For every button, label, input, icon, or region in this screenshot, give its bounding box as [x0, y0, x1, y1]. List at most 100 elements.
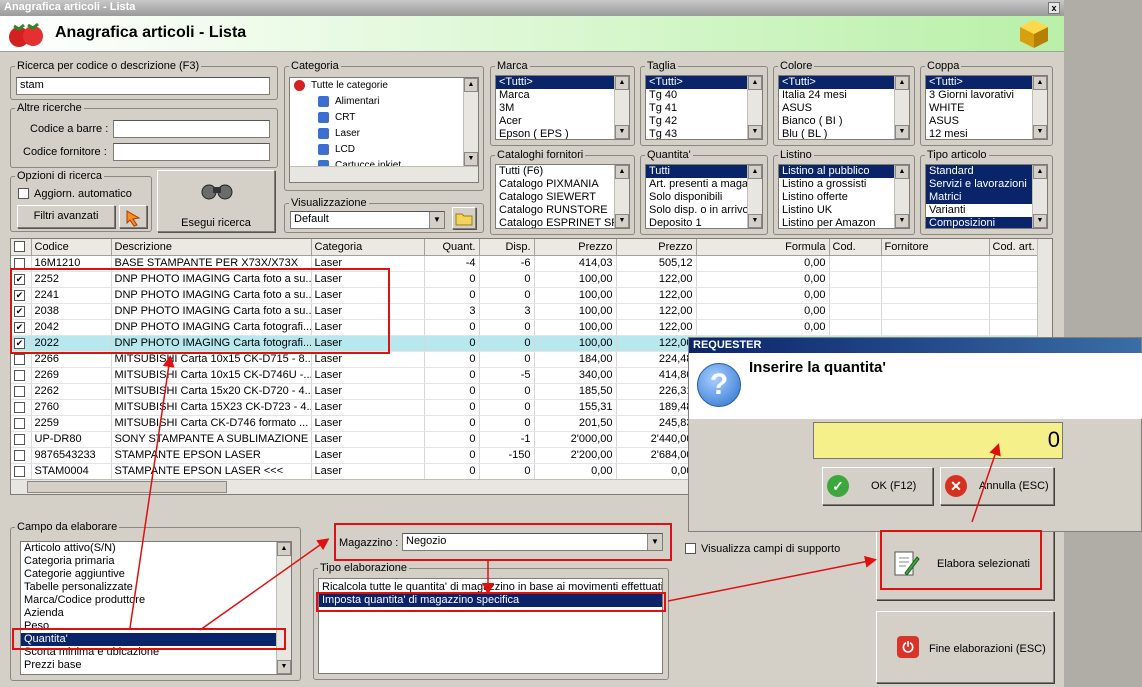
taglia-option[interactable]: Tg 40	[646, 89, 762, 102]
taglia-option[interactable]: Tg 43	[646, 128, 762, 139]
processing-type-option[interactable]: Ricalcola tutte le quantita' di magazzin…	[319, 581, 662, 594]
colore-option[interactable]: <Tutti>	[779, 76, 909, 89]
process-selected-button[interactable]: Elabora selezionati	[876, 528, 1054, 600]
tipo_articolo-option[interactable]: Servizi e lavorazioni	[926, 178, 1047, 191]
column-header[interactable]: Quant.	[424, 239, 480, 256]
column-header[interactable]: Disp.	[479, 239, 535, 256]
select-all-checkbox[interactable]	[14, 241, 25, 253]
close-icon[interactable]: x	[1048, 2, 1060, 14]
quantita-scrollbar[interactable]: ▲ ▼	[747, 165, 762, 228]
auto-update-checkbox[interactable]	[18, 188, 29, 199]
field-option[interactable]: Articolo attivo(S/N)	[21, 542, 291, 555]
column-header[interactable]: Codice	[31, 239, 112, 256]
field-option[interactable]: Scorta minima e ubicazione	[21, 646, 291, 659]
category-item[interactable]: Alimentari	[290, 94, 478, 110]
table-row[interactable]: ✔ 2241 DNP PHOTO IMAGING Carta foto a su..…	[11, 287, 1040, 304]
run-search-button[interactable]: Esegui ricerca	[157, 170, 275, 232]
end-processing-button[interactable]: ⏻ Fine elaborazioni (ESC)	[876, 611, 1054, 683]
folder-button[interactable]	[452, 207, 476, 229]
tipo_articolo-option[interactable]: Matrici	[926, 191, 1047, 204]
colore-option[interactable]: Bianco ( BI )	[779, 115, 909, 128]
tipo_articolo-option[interactable]: Varianti	[926, 204, 1047, 217]
listino-option[interactable]: Listino offerte	[779, 191, 909, 204]
taglia-list[interactable]: <Tutti> Tg 40 Tg 41 Tg 42 Tg 43 ▲ ▼	[645, 75, 763, 140]
column-header[interactable]: Cod.	[829, 239, 882, 256]
field-option[interactable]: Azienda	[21, 607, 291, 620]
coppa-scrollbar[interactable]: ▲ ▼	[1032, 76, 1047, 139]
taglia-option[interactable]: Tg 41	[646, 102, 762, 115]
column-header[interactable]: Prezzo	[616, 239, 697, 256]
marca-scrollbar[interactable]: ▲ ▼	[614, 76, 629, 139]
category-item[interactable]: Laser	[290, 126, 478, 142]
marca-option[interactable]: <Tutti>	[496, 76, 629, 89]
table-row[interactable]: 16M1210 BASE STAMPANTE PER X73X/X73X Laser…	[11, 255, 1040, 272]
coppa-list[interactable]: <Tutti> 3 Giorni lavorativi WHITE ASUS 12 me…	[925, 75, 1048, 140]
view-select[interactable]: Default ▼	[290, 211, 445, 229]
row-checkbox[interactable]: ✔	[14, 289, 25, 301]
listino-list[interactable]: Listino al pubblico Listino a grossisti Li…	[778, 164, 910, 229]
marca-list[interactable]: <Tutti> Marca 3M Acer Epson ( EPS ) ▲ ▼	[495, 75, 630, 140]
category-hscrollbar[interactable]	[290, 166, 478, 182]
colore-option[interactable]: Blu ( BL )	[779, 128, 909, 139]
cataloghi-option[interactable]: Catalogo RUNSTORE	[496, 204, 629, 217]
cataloghi-option[interactable]: Tutti (F6)	[496, 165, 629, 178]
quantita-option[interactable]: Deposito 1	[646, 217, 762, 228]
listino-option[interactable]: Listino al pubblico	[779, 165, 909, 178]
advanced-filters-button[interactable]: Filtri avanzati	[17, 205, 115, 228]
category-tree[interactable]: Tutte le categorieAlimentariCRTLaserLCDC…	[289, 77, 479, 183]
barcode-input[interactable]	[113, 120, 270, 138]
colore-option[interactable]: Italia 24 mesi	[779, 89, 909, 102]
row-checkbox[interactable]	[14, 433, 25, 445]
processing-type-list[interactable]: Ricalcola tutte le quantita' di magazzin…	[318, 578, 663, 674]
field-option[interactable]: Tabelle personalizzate	[21, 581, 291, 594]
row-checkbox[interactable]: ✔	[14, 321, 25, 333]
field-option[interactable]: Quantita'	[21, 633, 291, 646]
column-header[interactable]: Categoria	[311, 239, 425, 256]
filter-arrow-button[interactable]	[119, 205, 147, 228]
row-checkbox[interactable]	[14, 401, 25, 413]
row-checkbox[interactable]: ✔	[14, 305, 25, 317]
tipo_articolo-scrollbar[interactable]: ▲ ▼	[1032, 165, 1047, 228]
field-list[interactable]: Articolo attivo(S/N) Categoria primaria Ca…	[20, 541, 292, 675]
column-header[interactable]: Prezzo	[534, 239, 617, 256]
field-option[interactable]: Marca/Codice produttore	[21, 594, 291, 607]
marca-option[interactable]: Acer	[496, 115, 629, 128]
field-option[interactable]: Categoria primaria	[21, 555, 291, 568]
table-row[interactable]: ✔ 2038 DNP PHOTO IMAGING Carta foto a su..…	[11, 303, 1040, 320]
support-fields-checkbox[interactable]	[685, 543, 696, 554]
column-header[interactable]: Cod. art.	[989, 239, 1040, 256]
coppa-option[interactable]: 12 mesi	[926, 128, 1047, 139]
column-header[interactable]: Fornitore	[881, 239, 990, 256]
quantita-option[interactable]: Solo disponibili	[646, 191, 762, 204]
category-item[interactable]: LCD	[290, 142, 478, 158]
field-option[interactable]: Prezzi base	[21, 659, 291, 672]
category-item[interactable]: CRT	[290, 110, 478, 126]
listino-option[interactable]: Listino per Amazon	[779, 217, 909, 228]
ok-button[interactable]: ✓ OK (F12)	[822, 467, 933, 505]
tipo_articolo-option[interactable]: Standard	[926, 165, 1047, 178]
column-header[interactable]: Descrizione	[111, 239, 312, 256]
row-checkbox[interactable]: ✔	[14, 273, 25, 285]
colore-list[interactable]: <Tutti> Italia 24 mesi ASUS Bianco ( BI ) Bl…	[778, 75, 910, 140]
marca-option[interactable]: 3M	[496, 102, 629, 115]
cataloghi-scrollbar[interactable]: ▲ ▼	[614, 165, 629, 228]
coppa-option[interactable]: ASUS	[926, 115, 1047, 128]
row-checkbox[interactable]	[14, 353, 25, 365]
cataloghi-option[interactable]: Catalogo SIEWERT	[496, 191, 629, 204]
row-checkbox[interactable]: ✔	[14, 337, 25, 349]
cataloghi-option[interactable]: Catalogo ESPRINET SPA	[496, 217, 629, 228]
quantity-input[interactable]: 0	[813, 422, 1063, 459]
category-item[interactable]: Tutte le categorie	[290, 78, 478, 94]
warehouse-select[interactable]: Negozio ▼	[402, 533, 663, 551]
coppa-option[interactable]: WHITE	[926, 102, 1047, 115]
row-checkbox[interactable]	[14, 257, 25, 269]
taglia-option[interactable]: Tg 42	[646, 115, 762, 128]
row-checkbox[interactable]	[14, 449, 25, 461]
tipo_articolo-option[interactable]: Composizioni	[926, 217, 1047, 228]
listino-option[interactable]: Listino a grossisti	[779, 178, 909, 191]
cataloghi-list[interactable]: Tutti (F6) Catalogo PIXMANIA Catalogo SIEW…	[495, 164, 630, 229]
cataloghi-option[interactable]: Catalogo PIXMANIA	[496, 178, 629, 191]
table-row[interactable]: ✔ 2252 DNP PHOTO IMAGING Carta foto a su..…	[11, 271, 1040, 288]
colore-scrollbar[interactable]: ▲ ▼	[894, 76, 909, 139]
processing-type-option[interactable]: Imposta quantita' di magazzino specifica	[319, 594, 662, 607]
